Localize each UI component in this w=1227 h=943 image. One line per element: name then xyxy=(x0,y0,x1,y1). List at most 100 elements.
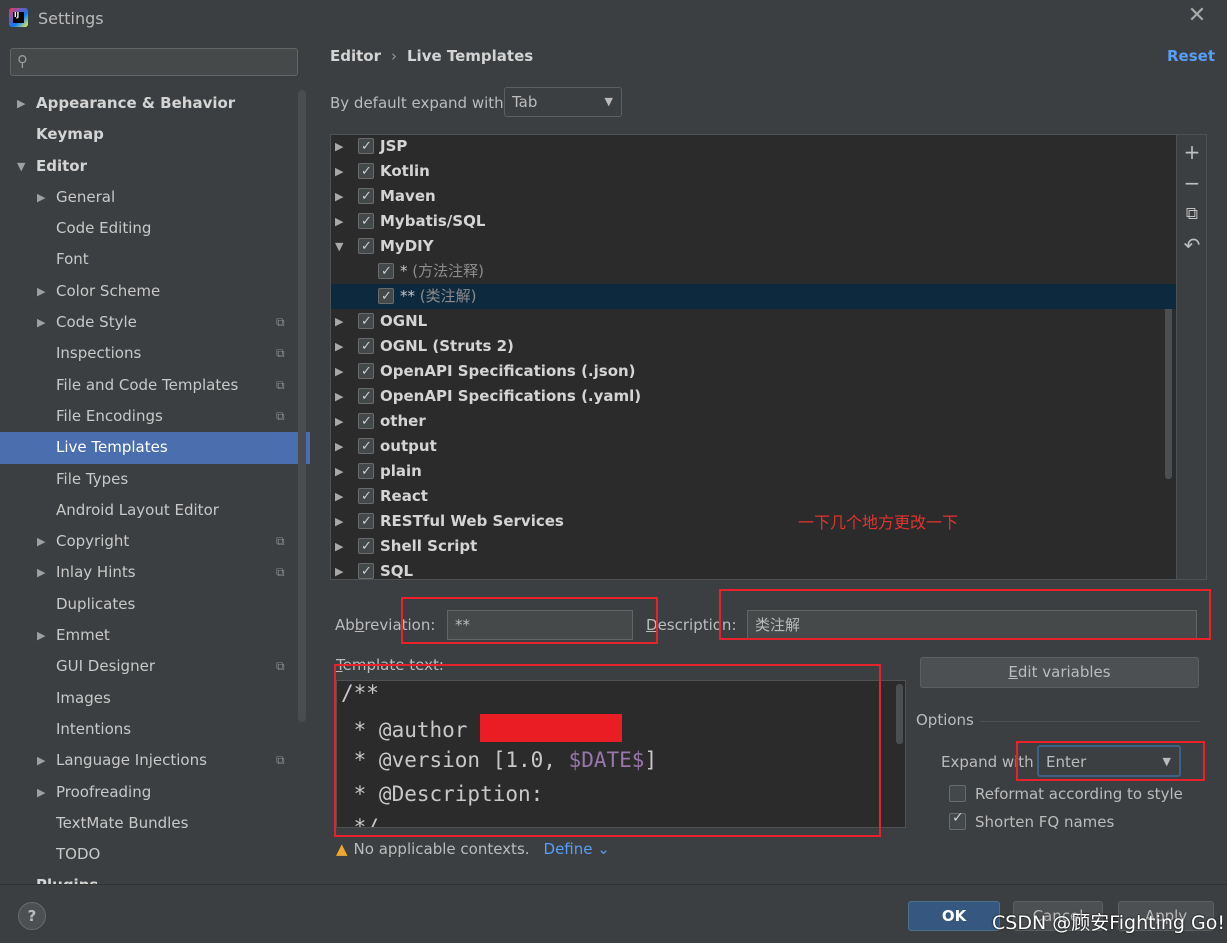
template-group-row[interactable]: ▶ OGNL (Struts 2) xyxy=(331,334,1176,359)
sidebar-item-gui-designer[interactable]: GUI Designer ⧉ xyxy=(0,651,310,682)
expanded-arrow-icon[interactable]: ▼ xyxy=(335,234,343,259)
sidebar-item-general[interactable]: ▶ General xyxy=(0,182,310,213)
template-checkbox[interactable] xyxy=(358,159,374,184)
collapsed-arrow-icon[interactable]: ▶ xyxy=(37,745,45,776)
template-group-row[interactable]: ▶ React xyxy=(331,484,1176,509)
template-group-row[interactable]: ▶ SQL xyxy=(331,559,1176,579)
shorten-fq-checkbox[interactable] xyxy=(949,810,966,830)
collapsed-arrow-icon[interactable]: ▶ xyxy=(37,182,45,213)
collapsed-arrow-icon[interactable]: ▶ xyxy=(335,534,343,559)
sidebar-item-file-and-code-templates[interactable]: File and Code Templates ⧉ xyxy=(0,370,310,401)
template-checkbox[interactable] xyxy=(358,459,374,484)
templates-list[interactable]: ▶ JSP ▶ Kotlin ▶ Maven ▶ Mybatis/SQL ▼ MyDIY * (方法… xyxy=(330,134,1177,580)
template-checkbox[interactable] xyxy=(358,509,374,534)
sidebar-item-file-encodings[interactable]: File Encodings ⧉ xyxy=(0,401,310,432)
reformat-checkbox[interactable] xyxy=(949,785,966,802)
collapsed-arrow-icon[interactable]: ▶ xyxy=(335,184,343,209)
template-checkbox[interactable] xyxy=(358,234,374,259)
template-checkbox[interactable] xyxy=(358,334,374,359)
sidebar-item-code-style[interactable]: ▶ Code Style ⧉ xyxy=(0,307,310,338)
template-checkbox[interactable] xyxy=(358,309,374,334)
template-checkbox[interactable] xyxy=(358,209,374,234)
template-group-row[interactable]: ▼ MyDIY xyxy=(331,234,1176,259)
collapsed-arrow-icon[interactable]: ▶ xyxy=(335,334,343,359)
collapsed-arrow-icon[interactable]: ▶ xyxy=(335,459,343,484)
editor-scrollbar[interactable] xyxy=(896,684,903,744)
template-group-row[interactable]: ▶ output xyxy=(331,434,1176,459)
sidebar-item-intentions[interactable]: Intentions xyxy=(0,714,310,745)
sidebar-item-proofreading[interactable]: ▶ Proofreading xyxy=(0,777,310,808)
collapsed-arrow-icon[interactable]: ▶ xyxy=(37,777,45,808)
template-checkbox[interactable] xyxy=(358,434,374,459)
sidebar-item-android-layout-editor[interactable]: Android Layout Editor xyxy=(0,495,310,526)
sidebar-item-plugins[interactable]: Plugins xyxy=(0,870,310,884)
sidebar-item-editor[interactable]: ▼ Editor xyxy=(0,151,310,182)
sidebar-item-color-scheme[interactable]: ▶ Color Scheme xyxy=(0,276,310,307)
close-icon[interactable]: ✕ xyxy=(1187,5,1207,27)
sidebar-item-live-templates[interactable]: Live Templates xyxy=(0,432,310,464)
template-group-row[interactable]: ▶ plain xyxy=(331,459,1176,484)
sidebar-item-language-injections[interactable]: ▶ Language Injections ⧉ xyxy=(0,745,310,776)
collapsed-arrow-icon[interactable]: ▶ xyxy=(37,276,45,307)
collapsed-arrow-icon[interactable]: ▶ xyxy=(335,559,343,579)
help-button[interactable]: ? xyxy=(18,902,46,930)
sidebar-item-font[interactable]: Font xyxy=(0,244,310,275)
template-checkbox[interactable] xyxy=(378,259,394,284)
define-link[interactable]: Define ⌄ xyxy=(544,840,610,858)
search-input[interactable]: ⚲ xyxy=(10,48,298,76)
sidebar-item-appearance-behavior[interactable]: ▶ Appearance & Behavior xyxy=(0,88,310,119)
expanded-arrow-icon[interactable]: ▼ xyxy=(17,151,25,182)
collapsed-arrow-icon[interactable]: ▶ xyxy=(37,620,45,651)
sidebar-item-images[interactable]: Images xyxy=(0,683,310,714)
template-checkbox[interactable] xyxy=(358,359,374,384)
revert-icon[interactable]: ↶ xyxy=(1177,230,1207,260)
template-checkbox[interactable] xyxy=(358,559,374,579)
add-icon[interactable]: + xyxy=(1177,137,1207,167)
collapsed-arrow-icon[interactable]: ▶ xyxy=(335,434,343,459)
sidebar-item-todo[interactable]: TODO xyxy=(0,839,310,870)
template-group-row[interactable]: ▶ OpenAPI Specifications (.yaml) xyxy=(331,384,1176,409)
sidebar-item-duplicates[interactable]: Duplicates xyxy=(0,589,310,620)
copy-icon[interactable]: ⧉ xyxy=(1177,199,1207,229)
template-checkbox[interactable] xyxy=(358,135,374,159)
shorten-fq-label[interactable]: Shorten FQ names xyxy=(975,813,1114,831)
reformat-label[interactable]: Reformat according to style xyxy=(975,785,1183,803)
collapsed-arrow-icon[interactable]: ▶ xyxy=(335,159,343,184)
collapsed-arrow-icon[interactable]: ▶ xyxy=(335,509,343,534)
collapsed-arrow-icon[interactable]: ▶ xyxy=(335,209,343,234)
template-group-row[interactable]: ▶ Mybatis/SQL xyxy=(331,209,1176,234)
sidebar-item-code-editing[interactable]: Code Editing xyxy=(0,213,310,244)
sidebar-item-inspections[interactable]: Inspections ⧉ xyxy=(0,338,310,369)
collapsed-arrow-icon[interactable]: ▶ xyxy=(37,557,45,588)
collapsed-arrow-icon[interactable]: ▶ xyxy=(37,307,45,338)
template-group-row[interactable]: ▶ OGNL xyxy=(331,309,1176,334)
template-group-row[interactable]: ▶ Kotlin xyxy=(331,159,1176,184)
template-item-row[interactable]: ** (类注解) xyxy=(331,284,1176,309)
sidebar-scrollbar[interactable] xyxy=(298,90,306,722)
collapsed-arrow-icon[interactable]: ▶ xyxy=(335,409,343,434)
sidebar-item-file-types[interactable]: File Types xyxy=(0,464,310,495)
template-item-row[interactable]: * (方法注释) xyxy=(331,259,1176,284)
template-checkbox[interactable] xyxy=(358,409,374,434)
template-group-row[interactable]: ▶ Maven xyxy=(331,184,1176,209)
collapsed-arrow-icon[interactable]: ▶ xyxy=(335,135,343,159)
template-group-row[interactable]: ▶ JSP xyxy=(331,135,1176,159)
sidebar-item-emmet[interactable]: ▶ Emmet xyxy=(0,620,310,651)
collapsed-arrow-icon[interactable]: ▶ xyxy=(37,526,45,557)
sidebar-item-copyright[interactable]: ▶ Copyright ⧉ xyxy=(0,526,310,557)
sidebar-item-textmate-bundles[interactable]: TextMate Bundles xyxy=(0,808,310,839)
sidebar-item-inlay-hints[interactable]: ▶ Inlay Hints ⧉ xyxy=(0,557,310,588)
template-checkbox[interactable] xyxy=(358,484,374,509)
template-group-row[interactable]: ▶ RESTful Web Services xyxy=(331,509,1176,534)
collapsed-arrow-icon[interactable]: ▶ xyxy=(17,88,25,119)
ok-button[interactable]: OK xyxy=(908,901,1000,931)
template-checkbox[interactable] xyxy=(358,534,374,559)
breadcrumb-parent[interactable]: Editor xyxy=(330,47,381,65)
default-expand-select[interactable]: Tab ▼ xyxy=(504,87,622,117)
template-group-row[interactable]: ▶ OpenAPI Specifications (.json) xyxy=(331,359,1176,384)
template-checkbox[interactable] xyxy=(358,384,374,409)
collapsed-arrow-icon[interactable]: ▶ xyxy=(335,359,343,384)
remove-icon[interactable]: − xyxy=(1177,168,1207,198)
edit-variables-button[interactable]: Edit variables xyxy=(920,657,1199,688)
collapsed-arrow-icon[interactable]: ▶ xyxy=(335,484,343,509)
